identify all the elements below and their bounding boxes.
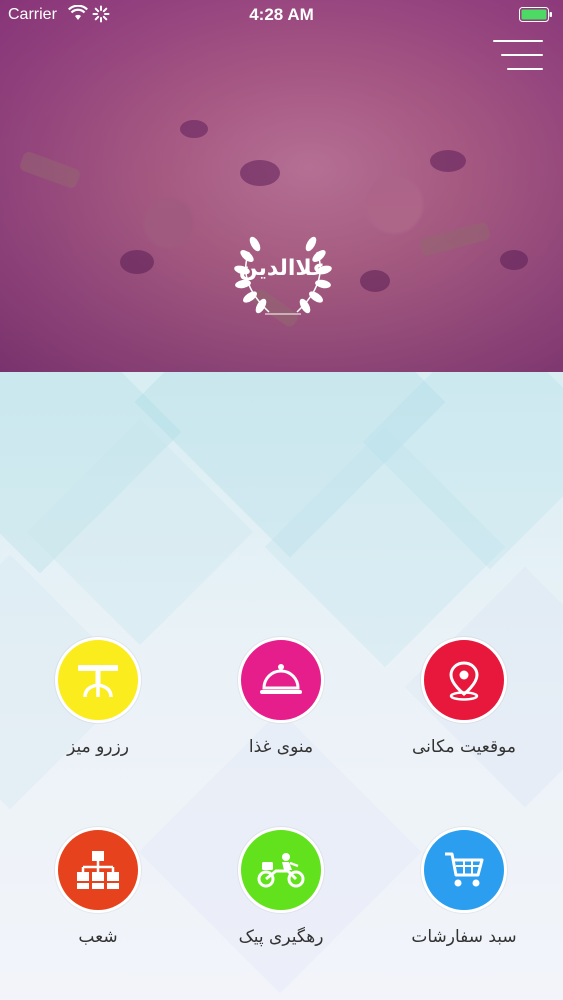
shopping-cart-icon	[445, 852, 484, 887]
location-pin-icon	[449, 661, 479, 701]
table-icon	[78, 665, 118, 698]
hamburger-menu-button[interactable]	[493, 38, 543, 72]
tile-label: رهگیری پیک	[238, 927, 324, 947]
tile-order-cart[interactable]: سبد سفارشات	[374, 827, 554, 977]
tile-food-menu[interactable]: منوی غذا	[191, 637, 371, 787]
tile-label: موقعیت مکانی	[411, 737, 517, 757]
tile-branches[interactable]: شعب	[8, 827, 188, 977]
tile-label: رزرو میز	[67, 737, 129, 757]
battery-icon	[519, 7, 552, 22]
tile-courier-tracking[interactable]: رهگیری پیک	[191, 827, 371, 977]
branches-tile-circle	[55, 827, 141, 913]
hamburger-icon-line	[501, 54, 543, 56]
location-tile-circle	[421, 637, 507, 723]
brand-logo: علاالدین	[225, 222, 341, 322]
delivery-motorbike-icon	[257, 853, 305, 888]
courier-tracking-tile-circle	[238, 827, 324, 913]
food-menu-tile-circle	[238, 637, 324, 723]
hamburger-icon-line	[493, 40, 543, 42]
tile-label: منوی غذا	[248, 737, 314, 757]
hero-banner: Carrier 4:28 AM علاالدین	[0, 0, 563, 372]
status-bar: Carrier 4:28 AM	[0, 0, 563, 30]
brand-logo-text: علاالدین	[238, 256, 328, 281]
food-cloche-icon	[260, 664, 302, 694]
order-cart-tile-circle	[421, 827, 507, 913]
hamburger-icon-line	[507, 68, 543, 70]
tile-label: سبد سفارشات	[411, 927, 517, 947]
tile-table-reservation[interactable]: رزرو میز	[8, 637, 188, 787]
status-time: 4:28 AM	[249, 5, 314, 24]
branches-sitemap-icon	[77, 851, 119, 889]
tile-label: شعب	[78, 927, 118, 947]
table-reservation-tile-circle	[55, 637, 141, 723]
tile-location[interactable]: موقعیت مکانی	[374, 637, 554, 787]
